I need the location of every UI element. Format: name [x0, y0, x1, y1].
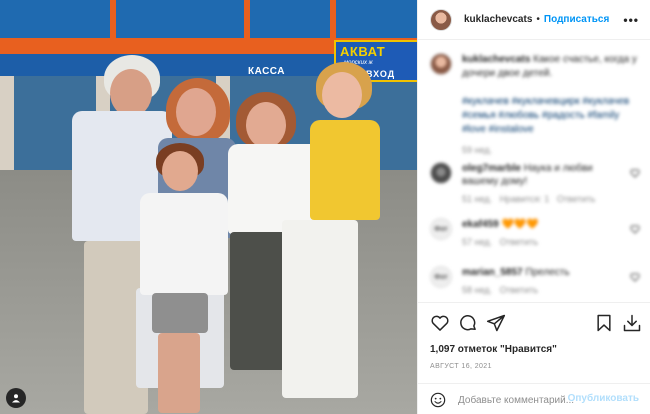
list-item: oleg7marble Наука и любви вашему дому! 5…	[430, 160, 640, 204]
comment-username[interactable]: oleg7marble	[462, 163, 521, 174]
user-icon	[12, 394, 20, 403]
likes-count[interactable]: 1,097 отметок "Нравится"	[430, 344, 557, 355]
post-date: АВГУСТ 16, 2021	[430, 363, 492, 370]
caption-avatar[interactable]	[430, 53, 452, 75]
comment-avatar[interactable]: Фот	[430, 266, 452, 288]
list-item: Фот ekaf459 🧡🧡🧡 57 нед. Ответить	[430, 216, 640, 252]
share-icon[interactable]	[486, 313, 506, 333]
comment-time: 58 нед.	[462, 285, 493, 295]
list-item: Фот marian_5857 Прелесть 58 нед. Ответит…	[430, 264, 640, 300]
comment-likes[interactable]: Нравится: 1	[500, 194, 550, 204]
post-header: kuklachevcats • Подписаться •••	[418, 0, 650, 40]
comment-time: 57 нед.	[462, 237, 493, 247]
photo-pillar	[0, 76, 14, 170]
comment-icon[interactable]	[458, 313, 478, 333]
caption-username[interactable]: kuklachevcats	[462, 54, 530, 65]
photo-window-divider	[110, 0, 116, 38]
post-photo[interactable]: КАССА АКВАТ морских ж ВХОД	[0, 0, 417, 414]
comment-text: 🧡🧡🧡	[501, 219, 539, 230]
add-comment-bar: Опубликовать	[418, 383, 650, 414]
photo-window-divider	[244, 0, 250, 38]
more-icon[interactable]: •••	[623, 13, 639, 27]
comment-username[interactable]: ekaf459	[462, 219, 499, 230]
post-actions: 1,097 отметок "Нравится" АВГУСТ 16, 2021…	[418, 302, 650, 414]
caption-time: 59 нед.	[462, 145, 493, 155]
comment-avatar[interactable]	[430, 162, 452, 184]
action-bar	[430, 313, 641, 335]
photo-window-divider	[330, 0, 336, 38]
comment-reply[interactable]: Ответить	[557, 194, 595, 204]
comment-time: 51 нед.	[462, 194, 493, 204]
download-icon[interactable]	[622, 313, 642, 333]
avatar[interactable]	[430, 8, 452, 31]
emoji-icon[interactable]	[430, 392, 446, 408]
heart-icon[interactable]	[630, 168, 640, 178]
photo-sign-main: АКВАТ	[340, 44, 386, 59]
comment-reply[interactable]: Ответить	[500, 285, 538, 295]
photo-sign-kassa: КАССА	[248, 66, 285, 77]
publish-button[interactable]: Опубликовать	[568, 393, 639, 404]
follow-button[interactable]: Подписаться	[544, 14, 609, 25]
comment-reply[interactable]: Ответить	[500, 237, 538, 247]
caption-hashtags[interactable]: #куклачев #куклачевцирк #куклачев #семья…	[462, 95, 640, 137]
comment-text: Прелесть	[525, 267, 570, 278]
heart-icon[interactable]	[630, 272, 640, 282]
photo-windows	[0, 0, 417, 38]
heart-icon[interactable]	[630, 224, 640, 234]
bookmark-icon[interactable]	[594, 313, 614, 333]
comments-list[interactable]: kuklachevcats Какое счастье, когда у доч…	[418, 40, 650, 302]
comment-avatar[interactable]: Фот	[430, 218, 452, 240]
heart-icon[interactable]	[430, 313, 450, 333]
header-username[interactable]: kuklachevcats	[464, 14, 532, 25]
comment-username[interactable]: marian_5857	[462, 267, 523, 278]
tagged-users-button[interactable]	[6, 388, 26, 408]
header-separator: •	[536, 14, 540, 25]
post-side-panel: kuklachevcats • Подписаться ••• kuklache…	[417, 0, 650, 414]
